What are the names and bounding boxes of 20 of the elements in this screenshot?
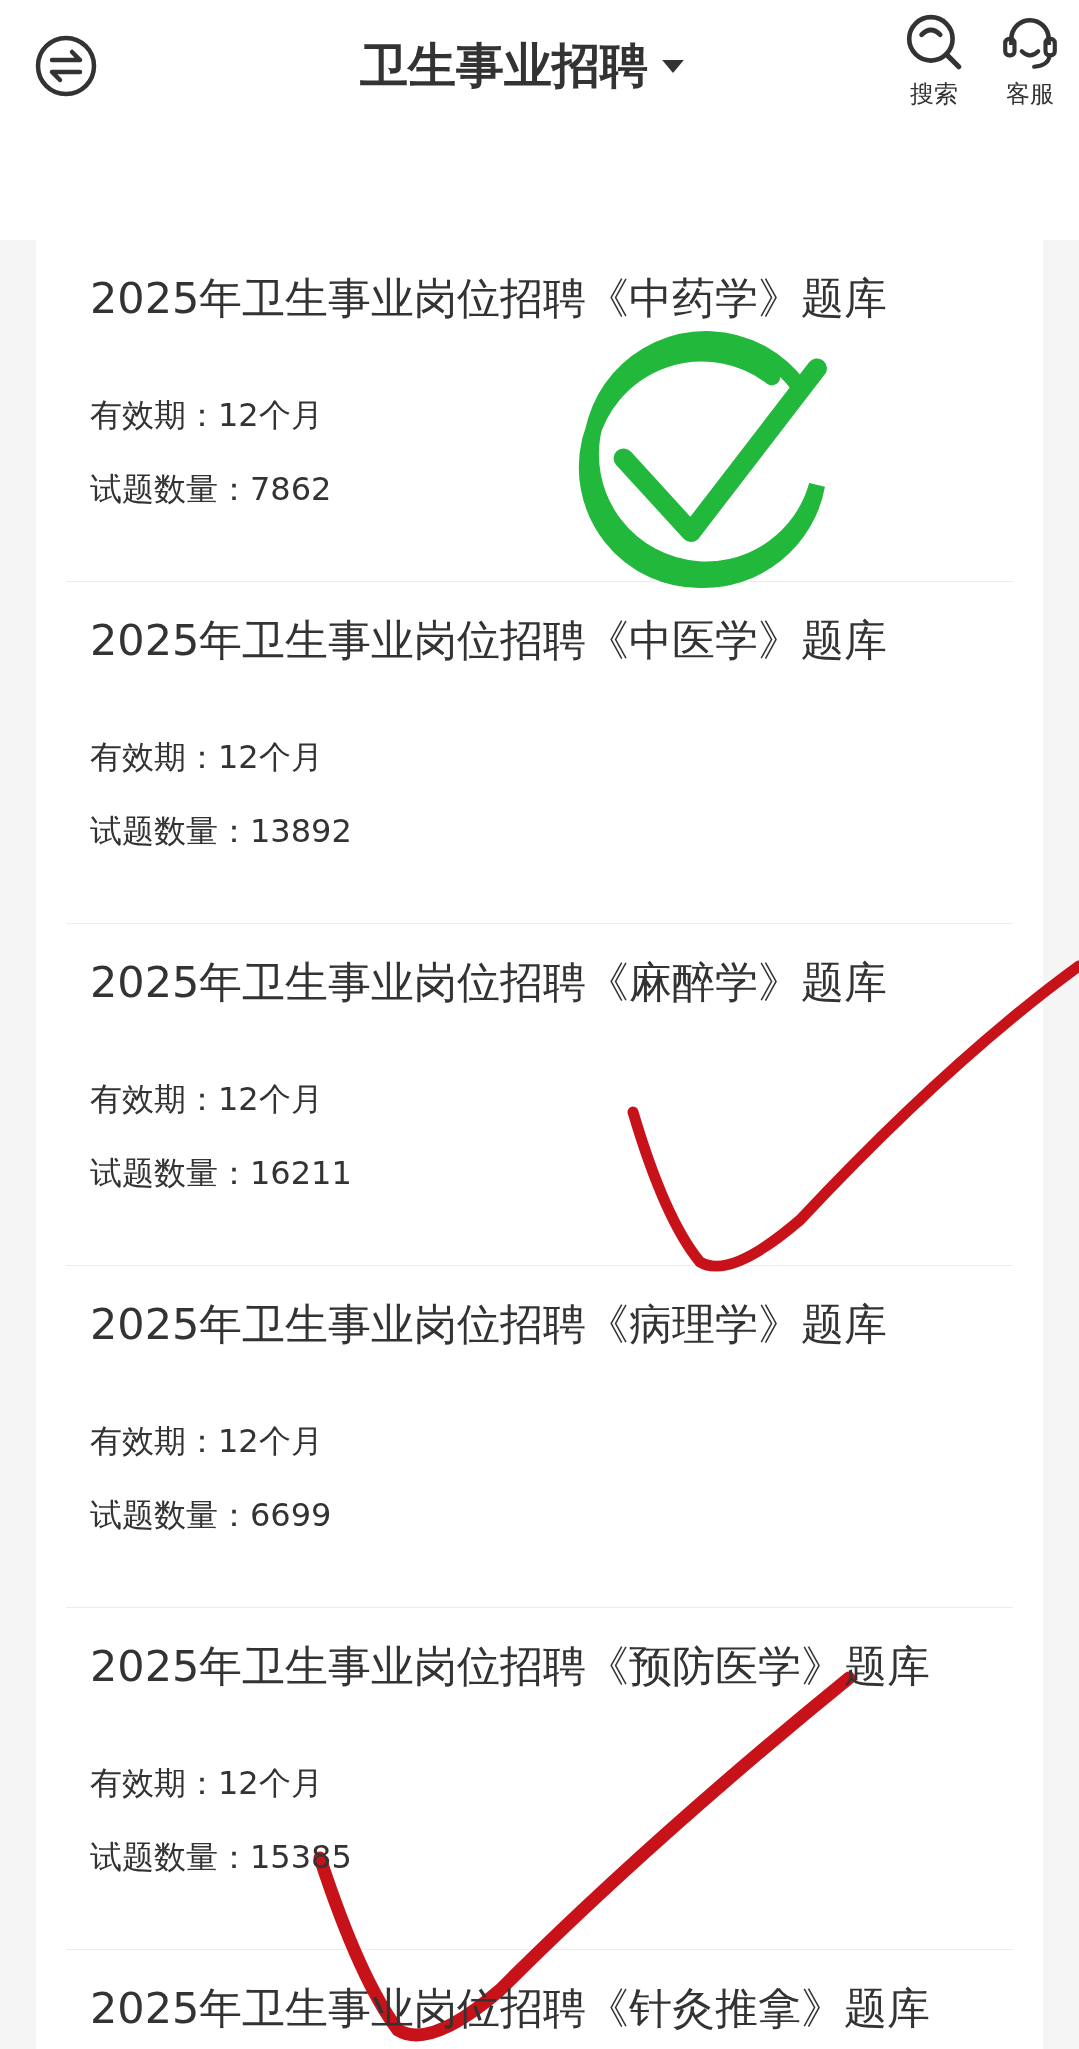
caret-icon [662, 59, 684, 73]
validity-text: 有效期：12个月 [90, 1421, 323, 1462]
question-bank-title[interactable]: 2025年卫生事业岗位招聘《病理学》题库 [90, 1296, 888, 1352]
search-button[interactable]: 搜索 [903, 12, 965, 110]
validity-text: 有效期：12个月 [90, 395, 323, 436]
category-dropdown[interactable]: 卫生事业招聘 [360, 34, 684, 98]
validity-text: 有效期：12个月 [90, 737, 323, 778]
question-count-text: 试题数量：6699 [90, 1495, 332, 1536]
question-bank-title[interactable]: 2025年卫生事业岗位招聘《中医学》题库 [90, 612, 888, 668]
question-count-text: 试题数量：15385 [90, 1837, 352, 1878]
swap-icon[interactable] [34, 34, 98, 98]
question-count-text: 试题数量：7862 [90, 469, 332, 510]
question-bank-title[interactable]: 2025年卫生事业岗位招聘《预防医学》题库 [90, 1638, 931, 1694]
question-count-text: 试题数量：13892 [90, 811, 352, 852]
customer-service-button[interactable]: 客服 [999, 12, 1061, 110]
question-count-text: 试题数量：16211 [90, 1153, 352, 1194]
validity-text: 有效期：12个月 [90, 1079, 323, 1120]
validity-text: 有效期：12个月 [90, 1763, 323, 1804]
question-bank-title[interactable]: 2025年卫生事业岗位招聘《中药学》题库 [90, 270, 888, 326]
question-bank-title[interactable]: 2025年卫生事业岗位招聘《麻醉学》题库 [90, 954, 888, 1010]
